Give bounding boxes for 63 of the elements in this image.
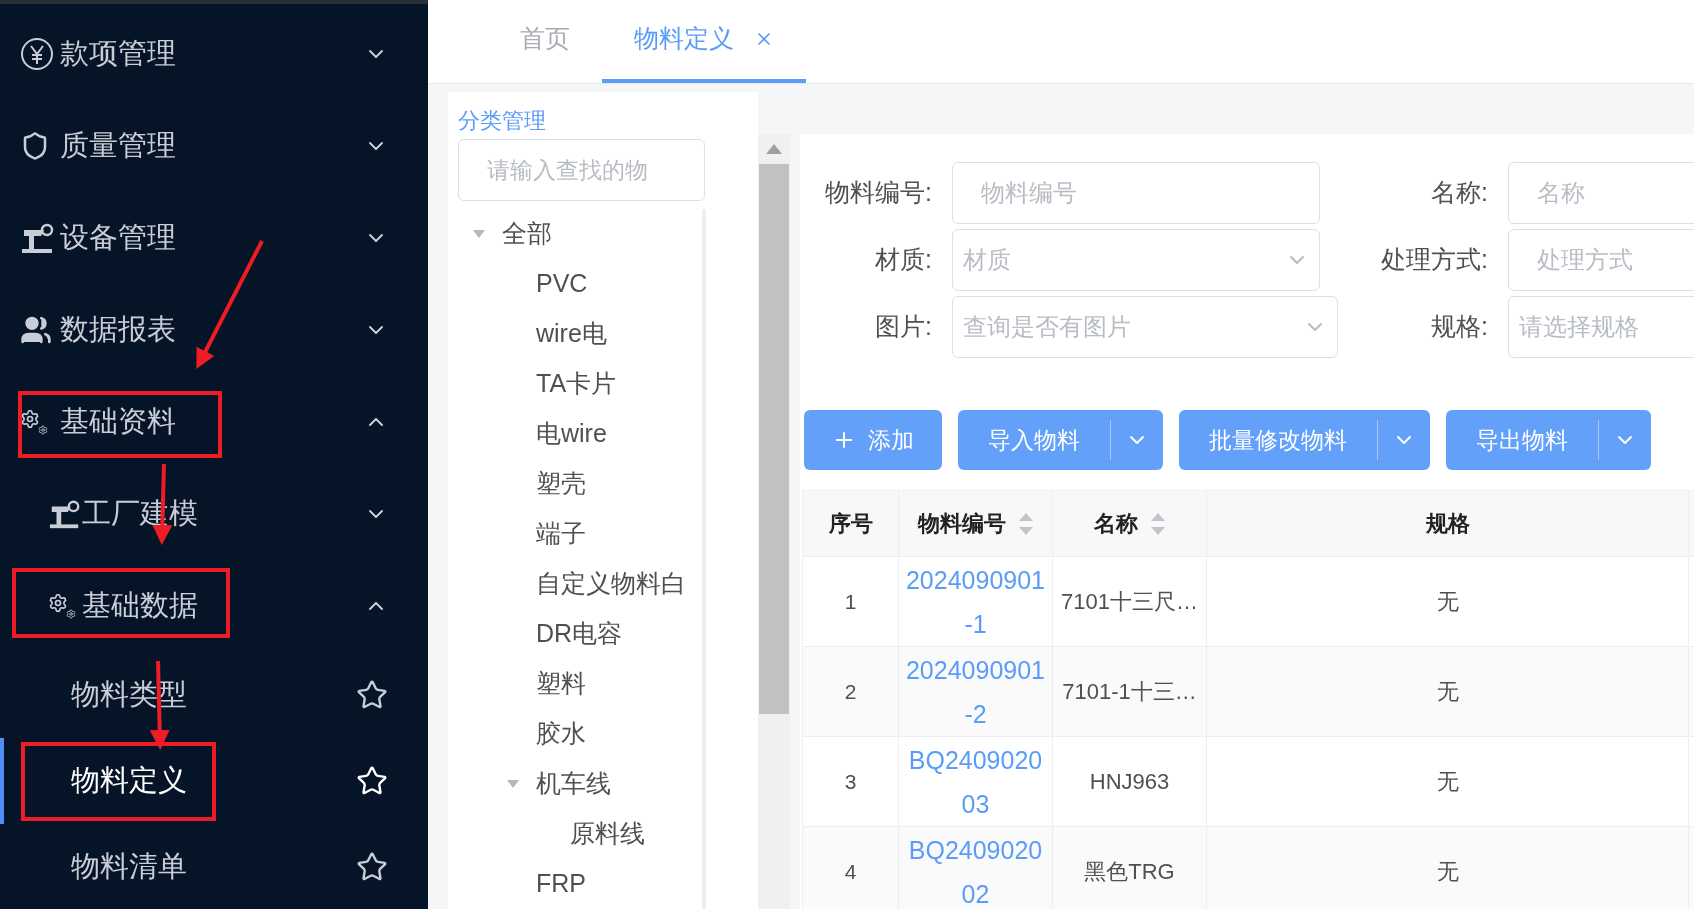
menu-leaf[interactable]: 物料清单 (0, 824, 428, 909)
input-field[interactable]: 处理方式 (1508, 229, 1694, 291)
field-label: 规格: (1430, 311, 1489, 343)
table-cell-text: 黑色TRG (1084, 858, 1175, 886)
tree-item[interactable]: 胶水 (458, 709, 702, 759)
tree-item[interactable]: 原料线 (458, 809, 702, 859)
tree-item[interactable]: TA卡片 (458, 359, 702, 409)
tree-item[interactable]: wire电 (458, 309, 702, 359)
star-icon[interactable] (356, 679, 388, 711)
search-field[interactable]: 请输入查找的物 (458, 139, 705, 201)
users-icon (20, 314, 52, 346)
table-cell-text: 无 (1436, 768, 1459, 796)
table-cell-text: 无 (1436, 588, 1459, 616)
column-header[interactable]: 序号 (803, 491, 899, 556)
table-cell-text: 7101-1十三… (1062, 678, 1197, 706)
scrollbar[interactable] (758, 134, 790, 909)
tree-item[interactable]: DR电容 (458, 609, 702, 659)
table-cell-text: 无 (1436, 678, 1459, 706)
input-field[interactable]: 名称 (1508, 162, 1694, 224)
tree-item[interactable]: 机车线 (458, 759, 702, 809)
table-cell-text: 无 (1436, 858, 1459, 886)
gears-icon (20, 409, 48, 435)
menu-item[interactable]: 基础资料 (0, 376, 428, 468)
menu-item[interactable]: 设备管理 (0, 192, 428, 284)
column-header[interactable]: 规格 (1207, 491, 1689, 556)
field-label: 材质: (874, 244, 933, 276)
input-field[interactable]: 物料编号 (952, 162, 1320, 224)
tree-item[interactable]: 端子 (458, 509, 702, 559)
star-icon[interactable] (356, 765, 388, 797)
tree-item[interactable]: 自定义物料白 (458, 559, 702, 609)
gears-icon (48, 593, 76, 619)
tree-item[interactable]: 塑壳 (458, 459, 702, 509)
sort-icon[interactable] (1149, 511, 1166, 536)
input-field[interactable]: 请选择规格 (1508, 296, 1694, 358)
tree-item[interactable]: 塑料 (458, 659, 702, 709)
column-header[interactable]: 物料编号 (899, 491, 1053, 556)
tree-item[interactable]: 电wire (458, 409, 702, 459)
yen-circle-icon (20, 37, 54, 71)
tree-item[interactable]: PVC (458, 259, 702, 309)
table-cell-text: 3 (844, 768, 857, 795)
robot-arm-icon (20, 222, 56, 254)
table-cell-text: HNJ963 (1089, 768, 1170, 796)
menu-item[interactable]: 质量管理 (0, 100, 428, 192)
table-cell-text: 7101十三尺… (1061, 588, 1198, 616)
robot-arm-icon (48, 498, 82, 530)
submenu-item[interactable]: 基础数据 (0, 560, 428, 652)
column-header[interactable]: 名称 (1053, 491, 1207, 556)
scrollbar-thumb[interactable] (759, 164, 789, 714)
field-label: 图片: (874, 311, 933, 343)
field-label: 物料编号: (824, 177, 933, 209)
table-cell-text: 1 (844, 588, 857, 615)
scroll-up-icon[interactable] (766, 144, 782, 154)
menu-item[interactable]: 数据报表 (0, 284, 428, 376)
star-icon[interactable] (356, 851, 388, 883)
sort-icon[interactable] (1017, 511, 1034, 536)
field-label: 名称: (1430, 177, 1489, 209)
panel-title: 分类管理 (458, 107, 547, 135)
tree-item[interactable]: FRP (458, 859, 702, 909)
menu-item[interactable]: 款项管理 (0, 8, 428, 100)
field-label: 处理方式: (1380, 244, 1489, 276)
table-cell-text: 4 (844, 858, 857, 885)
table-cell-text: 2 (844, 678, 857, 705)
tree-item[interactable]: 全部 (458, 209, 702, 259)
